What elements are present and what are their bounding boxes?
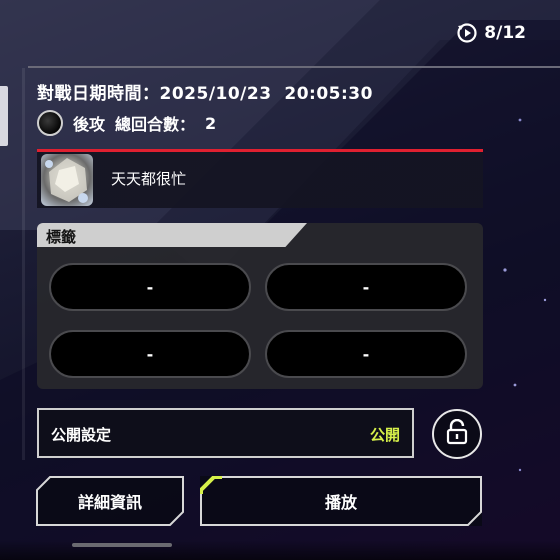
lock-button[interactable]	[432, 409, 482, 459]
play-button[interactable]: 播放	[200, 476, 482, 526]
player-name: 天天都很忙	[111, 170, 187, 188]
opponent-row[interactable]: 天天都很忙	[37, 152, 483, 208]
lock-icon	[446, 418, 468, 449]
header-divider	[28, 66, 560, 68]
tag-slot-2[interactable]: -	[265, 263, 467, 311]
avatar	[41, 154, 93, 206]
side-tab-handle[interactable]	[0, 86, 8, 146]
details-button[interactable]: 詳細資訊	[36, 476, 184, 526]
tag-panel: 標籤 - - - -	[37, 223, 483, 389]
play-button-label: 播放	[324, 493, 357, 512]
total-turns-label: 總回合數：	[115, 115, 196, 134]
left-rail	[22, 68, 25, 460]
match-datetime: 對戰日期時間：2025/10/23 20:05:30	[37, 79, 373, 104]
tag-slot-4[interactable]: -	[265, 330, 467, 378]
page-counter: 8/12	[456, 22, 526, 44]
tag-slot-3[interactable]: -	[49, 330, 251, 378]
details-button-label: 詳細資訊	[77, 493, 142, 512]
tag-panel-title: 標籤	[46, 228, 77, 246]
total-turns-value: 2	[205, 113, 217, 133]
turn-order: 後攻	[73, 115, 106, 134]
scroll-indicator	[72, 543, 172, 547]
tag-panel-header	[37, 223, 307, 247]
replay-icon	[456, 22, 478, 44]
visibility-setting[interactable]: 公開設定 公開	[37, 408, 414, 458]
coin-icon	[37, 110, 63, 136]
tag-slot-1[interactable]: -	[49, 263, 251, 311]
visibility-value: 公開	[369, 426, 400, 444]
datetime-label: 對戰日期時間：	[37, 84, 160, 104]
visibility-label: 公開設定	[51, 426, 112, 444]
datetime-value: 2025/10/23 20:05:30	[159, 84, 373, 104]
turn-info: 後攻 總回合數： 2	[37, 110, 216, 136]
page-counter-text: 8/12	[484, 23, 526, 43]
